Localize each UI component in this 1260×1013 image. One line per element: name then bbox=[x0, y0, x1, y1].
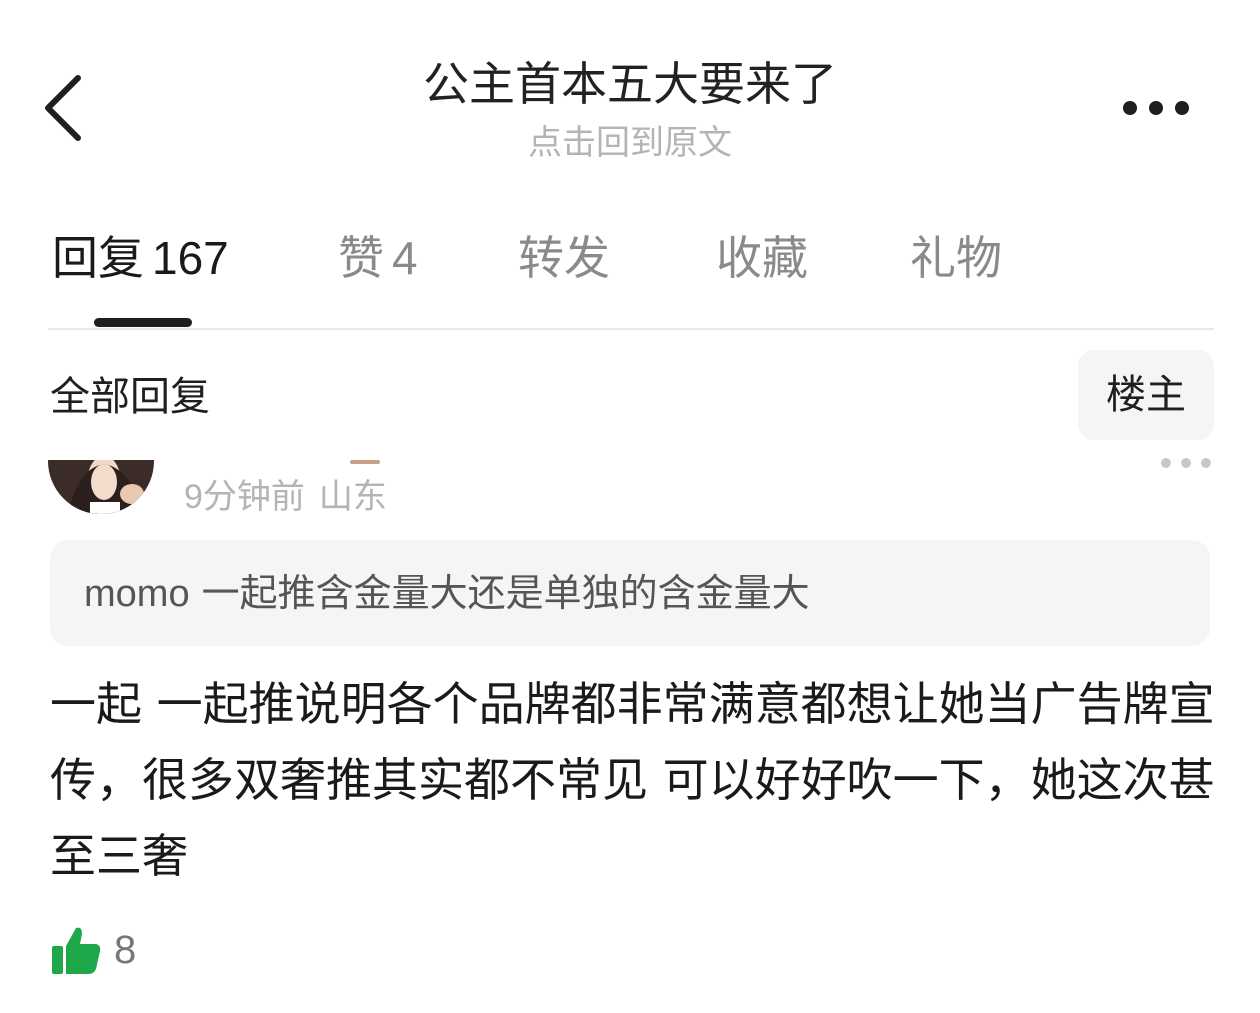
tab-label: 转发 bbox=[518, 231, 610, 285]
reply-time: 9分钟前 bbox=[184, 478, 305, 516]
tab-count: 167 bbox=[152, 232, 229, 284]
all-replies-heading: 全部回复 bbox=[50, 374, 210, 420]
tab-label: 赞 bbox=[338, 231, 384, 285]
more-horizontal-icon bbox=[1161, 458, 1211, 468]
quoted-username: momo bbox=[84, 573, 190, 615]
top-bar: 公主首本五大要来了 点击回到原文 bbox=[0, 0, 1260, 190]
tab-replies[interactable]: 回复 167 bbox=[52, 226, 229, 290]
like-count: 8 bbox=[114, 928, 137, 972]
more-options-button[interactable] bbox=[1110, 80, 1206, 136]
username-cropped bbox=[350, 460, 380, 464]
reply-body: 一起 一起推说明各个品牌都非常满意都想让她当广告牌宣传，很多双奢推其实都不常见 … bbox=[50, 677, 1215, 883]
thumbs-up-icon bbox=[52, 927, 101, 974]
tab-reposts[interactable]: 转发 bbox=[518, 226, 610, 290]
op-only-filter-button[interactable]: 楼主 bbox=[1078, 350, 1214, 440]
reply-location: 山东 bbox=[318, 477, 387, 517]
tab-count: 4 bbox=[392, 232, 418, 284]
tab-label: 收藏 bbox=[716, 231, 808, 285]
page-title: 公主首本五大要来了 bbox=[423, 57, 837, 111]
tab-label: 回复 bbox=[52, 231, 144, 285]
quoted-text: 一起推含金量大还是单独的含金量大 bbox=[201, 571, 810, 615]
more-horizontal-icon bbox=[1123, 101, 1189, 115]
back-to-original-link[interactable]: 点击回到原文 bbox=[0, 120, 1260, 166]
avatar-image bbox=[48, 460, 154, 514]
reply-more-button[interactable] bbox=[1158, 455, 1214, 471]
tab-label: 礼物 bbox=[910, 231, 1002, 285]
tab-bar: 回复 167 赞4 转发 收藏 礼物 bbox=[48, 218, 1214, 330]
tab-likes[interactable]: 赞4 bbox=[338, 226, 418, 290]
active-tab-indicator bbox=[94, 318, 192, 327]
tab-favorites[interactable]: 收藏 bbox=[716, 226, 808, 290]
tab-gifts[interactable]: 礼物 bbox=[910, 226, 1002, 290]
quoted-reply[interactable]: momo 一起推含金量大还是单独的含金量大 bbox=[50, 540, 1210, 646]
reply-meta: 9分钟前 山东 bbox=[184, 474, 387, 520]
avatar[interactable] bbox=[48, 460, 154, 514]
